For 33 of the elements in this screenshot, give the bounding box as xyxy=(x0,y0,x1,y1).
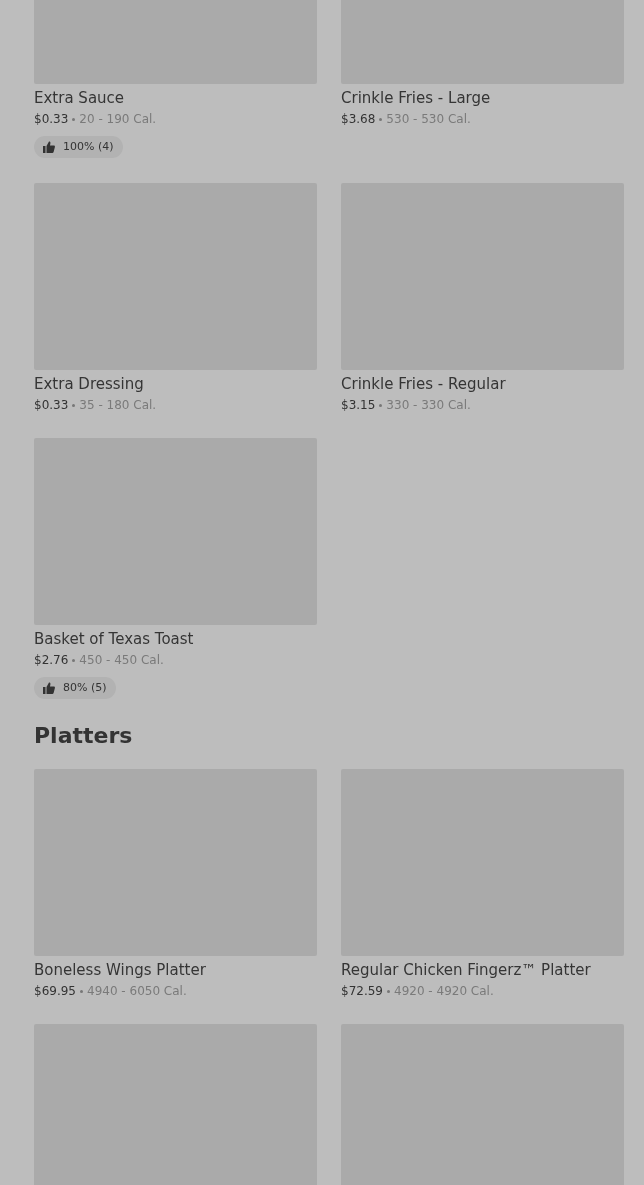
item-name[interactable]: Crinkle Fries - Large xyxy=(341,88,624,108)
item-price: $72.59 xyxy=(341,983,383,999)
rating-text: 80% (5) xyxy=(63,680,107,696)
item-calories: 530 - 530 Cal. xyxy=(386,111,471,127)
rating-text: 100% (4) xyxy=(63,139,114,155)
item-calories: 4920 - 4920 Cal. xyxy=(394,983,494,999)
item-calories: 20 - 190 Cal. xyxy=(79,111,157,127)
item-name[interactable]: Extra Sauce xyxy=(34,88,317,108)
item-price: $0.33 xyxy=(34,111,69,127)
item-price: $0.33 xyxy=(34,397,69,413)
item-calories: 330 - 330 Cal. xyxy=(386,397,471,413)
item-name[interactable]: Regular Chicken Fingerz™ Platter xyxy=(341,960,624,980)
separator-dot xyxy=(379,117,383,121)
item-calories: 4940 - 6050 Cal. xyxy=(87,983,187,999)
item-price: $3.68 xyxy=(341,111,376,127)
separator-dot xyxy=(379,403,383,407)
separator-dot xyxy=(72,658,76,662)
item-name[interactable]: Boneless Wings Platter xyxy=(34,960,317,980)
item-name[interactable]: Crinkle Fries - Regular xyxy=(341,374,624,394)
separator-dot xyxy=(387,989,390,993)
section-heading: Platters xyxy=(34,722,134,750)
item-price: $69.95 xyxy=(34,983,76,999)
item-price: $2.76 xyxy=(34,652,69,668)
separator-dot xyxy=(80,989,83,993)
item-calories: 450 - 450 Cal. xyxy=(79,652,164,668)
separator-dot xyxy=(72,117,76,121)
item-name[interactable]: Basket of Texas Toast xyxy=(34,629,317,649)
thumbs-up-icon xyxy=(43,141,55,153)
separator-dot xyxy=(72,403,76,407)
item-name[interactable]: Extra Dressing xyxy=(34,374,317,394)
thumbs-up-icon xyxy=(43,682,55,694)
item-calories: 35 - 180 Cal. xyxy=(79,397,157,413)
item-price: $3.15 xyxy=(341,397,376,413)
